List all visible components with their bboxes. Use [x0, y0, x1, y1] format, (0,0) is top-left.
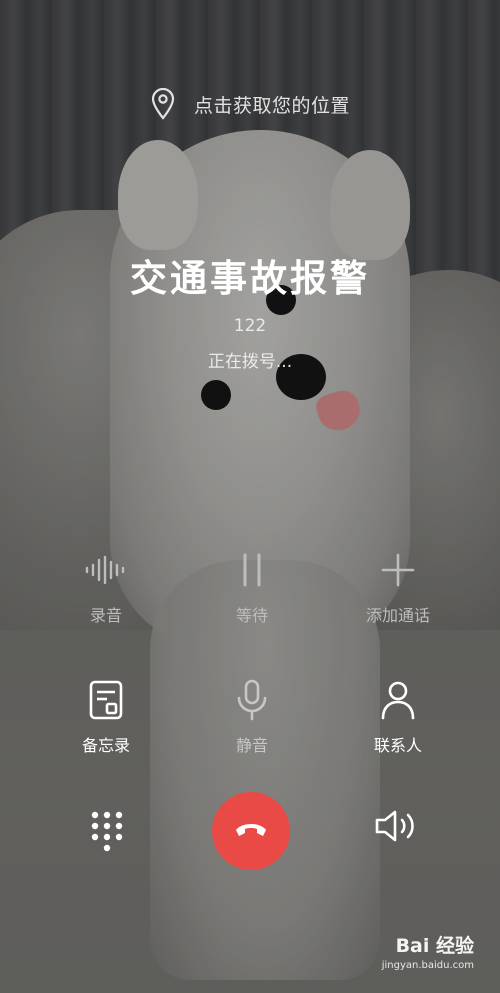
call-screen: 点击获取您的位置 交通事故报警 122 正在拨号... 录音 等待 添加通话 备… — [0, 0, 500, 993]
end-call-icon — [234, 819, 268, 843]
mute-button[interactable]: 静音 — [192, 678, 312, 756]
caller-name: 交通事故报警 — [130, 257, 370, 300]
speaker-icon[interactable] — [374, 808, 422, 844]
mute-label: 静音 — [235, 736, 268, 755]
memo-label: 备忘录 — [81, 736, 130, 755]
hold-button[interactable]: 等待 — [192, 548, 312, 626]
end-call-button[interactable] — [212, 792, 290, 870]
add-call-button[interactable]: 添加通话 — [338, 548, 458, 626]
bottom-controls — [0, 792, 500, 872]
record-button[interactable]: 录音 — [46, 548, 166, 626]
pause-icon — [192, 548, 312, 592]
memo-icon — [46, 678, 166, 722]
person-icon — [338, 678, 458, 722]
call-status: 正在拨号... — [207, 352, 293, 372]
location-pin-icon — [150, 88, 176, 120]
microphone-icon — [192, 678, 312, 722]
dialpad-icon[interactable] — [86, 810, 128, 856]
baidu-jingyan-watermark: Bai 经验 jingyan.baidu.com — [382, 931, 474, 971]
watermark-sub: jingyan.baidu.com — [381, 960, 474, 971]
waveform-icon — [46, 548, 166, 592]
record-label: 录音 — [89, 606, 122, 625]
memo-button[interactable]: 备忘录 — [46, 678, 166, 756]
contacts-button[interactable]: 联系人 — [338, 678, 458, 756]
hold-label: 等待 — [235, 606, 268, 625]
location-link[interactable]: 点击获取您的位置 — [0, 88, 500, 120]
caller-number: 122 — [233, 316, 267, 336]
watermark-main: Bai 经验 — [395, 935, 474, 957]
contacts-label: 联系人 — [373, 736, 422, 755]
location-text: 点击获取您的位置 — [193, 94, 350, 117]
add-call-label: 添加通话 — [365, 606, 430, 625]
plus-icon — [338, 548, 458, 592]
